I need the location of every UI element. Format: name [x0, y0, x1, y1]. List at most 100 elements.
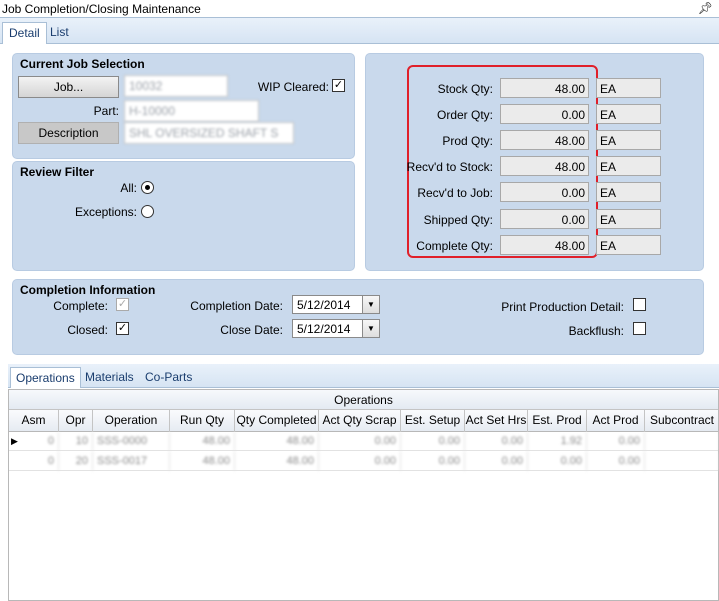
column-header-act-prod[interactable]: Act Prod	[587, 410, 645, 432]
table-cell: 0.00	[587, 432, 645, 451]
table-cell: 48.00	[170, 452, 235, 471]
tab-materials[interactable]: Materials	[80, 367, 139, 388]
column-header-qty-completed[interactable]: Qty Completed	[235, 410, 319, 432]
complete-qty-uom: EA	[596, 235, 661, 255]
stock-qty-uom: EA	[596, 78, 661, 98]
shipped-qty-field: 0.00	[500, 209, 589, 229]
shipped-qty-label: Shipped Qty:	[423, 213, 493, 227]
complete-qty-field: 48.00	[500, 235, 589, 255]
closed-label: Closed:	[67, 323, 108, 337]
close-date-label: Close Date:	[220, 323, 283, 337]
main-tabstrip: Detail List	[0, 18, 719, 44]
wip-cleared-checkbox[interactable]: ✓	[332, 79, 345, 92]
tab-operations[interactable]: Operations	[10, 367, 81, 388]
chevron-down-icon[interactable]: ▼	[362, 296, 379, 313]
recvd-to-job-label: Recv'd to Job:	[417, 186, 493, 200]
review-filter-title: Review Filter	[20, 165, 95, 179]
table-row[interactable]: ▶ 0 10 SSS-0000 48.00 48.00 0.00 0.00 0.…	[9, 432, 718, 451]
recvd-to-job-field: 0.00	[500, 182, 589, 202]
window-titlebar: Job Completion/Closing Maintenance 📌︎	[0, 0, 719, 18]
table-cell: SSS-0000	[93, 432, 170, 451]
print-production-detail-label: Print Production Detail:	[501, 300, 624, 314]
operations-grid[interactable]: Operations Asm Opr Operation Run Qty Qty…	[8, 389, 719, 601]
table-cell: 0.00	[465, 432, 528, 451]
completion-information-panel: Completion Information Complete: ✓ Close…	[12, 279, 704, 355]
wip-cleared-label: WIP Cleared:	[257, 80, 329, 94]
prod-qty-field: 48.00	[500, 130, 589, 150]
table-cell: 0.00	[401, 452, 465, 471]
stock-qty-field: 48.00	[500, 78, 589, 98]
table-cell: 1.92	[528, 432, 587, 451]
shipped-qty-uom: EA	[596, 209, 661, 229]
detail-panel: Current Job Selection Job... 10032 WIP C…	[0, 44, 719, 601]
order-qty-label: Order Qty:	[436, 108, 493, 122]
completion-date-label: Completion Date:	[190, 299, 283, 313]
table-cell: 48.00	[235, 452, 319, 471]
pin-icon[interactable]: 📌︎	[698, 1, 713, 15]
exceptions-radio[interactable]	[141, 205, 154, 218]
tab-co-parts[interactable]: Co-Parts	[140, 367, 197, 388]
complete-qty-label: Complete Qty:	[416, 239, 493, 253]
table-cell: 48.00	[235, 432, 319, 451]
table-cell: 0.00	[587, 452, 645, 471]
column-header-act-set-hrs[interactable]: Act Set Hrs	[465, 410, 528, 432]
description-field[interactable]: SHL OVERSIZED SHAFT S	[124, 122, 294, 144]
job-number-field[interactable]: 10032	[124, 75, 228, 97]
recvd-to-stock-label: Recv'd to Stock:	[406, 160, 493, 174]
all-radio[interactable]	[141, 181, 154, 194]
print-production-detail-checkbox[interactable]	[633, 298, 646, 311]
table-cell: 0.00	[465, 452, 528, 471]
part-label: Part:	[93, 104, 119, 118]
current-job-selection-title: Current Job Selection	[20, 57, 145, 71]
backflush-checkbox[interactable]	[633, 322, 646, 335]
column-header-est-prod[interactable]: Est. Prod	[528, 410, 587, 432]
operations-grid-caption: Operations	[9, 390, 718, 410]
table-cell: 0	[9, 432, 59, 451]
table-cell	[645, 452, 719, 471]
tab-list[interactable]: List	[44, 22, 75, 44]
review-filter-panel: Review Filter All: Exceptions:	[12, 161, 355, 271]
table-cell	[645, 432, 719, 451]
recvd-to-stock-uom: EA	[596, 156, 661, 176]
window-title: Job Completion/Closing Maintenance	[2, 2, 201, 16]
complete-checkbox: ✓	[116, 298, 129, 311]
all-label: All:	[120, 181, 137, 195]
column-header-asm[interactable]: Asm	[9, 410, 59, 432]
radio-selected-dot	[145, 185, 150, 190]
operations-grid-header: Asm Opr Operation Run Qty Qty Completed …	[9, 410, 718, 432]
column-header-act-qty-scrap[interactable]: Act Qty Scrap	[319, 410, 401, 432]
table-cell: 0.00	[319, 432, 401, 451]
prod-qty-uom: EA	[596, 130, 661, 150]
close-date-value: 5/12/2014	[297, 322, 351, 336]
table-cell: 10	[59, 432, 93, 451]
backflush-label: Backflush:	[568, 324, 624, 338]
table-cell: 0.00	[528, 452, 587, 471]
current-job-selection-panel: Current Job Selection Job... 10032 WIP C…	[12, 53, 355, 159]
detail-subtabstrip: Operations Materials Co-Parts	[8, 364, 719, 388]
order-qty-uom: EA	[596, 104, 661, 124]
completion-date-picker[interactable]: 5/12/2014 ▼	[292, 295, 380, 314]
table-cell: 48.00	[170, 432, 235, 451]
recvd-to-job-uom: EA	[596, 182, 661, 202]
part-number-field[interactable]: H-10000	[124, 100, 259, 122]
column-header-operation[interactable]: Operation	[93, 410, 170, 432]
table-cell: SSS-0017	[93, 452, 170, 471]
completion-date-value: 5/12/2014	[297, 298, 351, 312]
completion-information-title: Completion Information	[20, 283, 156, 297]
column-header-est-setup[interactable]: Est. Setup	[401, 410, 465, 432]
table-cell: 0.00	[401, 432, 465, 451]
closed-checkbox[interactable]: ✓	[116, 322, 129, 335]
table-row[interactable]: 0 20 SSS-0017 48.00 48.00 0.00 0.00 0.00…	[9, 452, 718, 471]
table-cell: 0.00	[319, 452, 401, 471]
column-header-subcontract[interactable]: Subcontract	[645, 410, 719, 432]
chevron-down-icon[interactable]: ▼	[362, 320, 379, 337]
recvd-to-stock-field: 48.00	[500, 156, 589, 176]
job-button[interactable]: Job...	[18, 76, 119, 98]
column-header-run-qty[interactable]: Run Qty	[170, 410, 235, 432]
column-header-opr[interactable]: Opr	[59, 410, 93, 432]
tab-detail[interactable]: Detail	[2, 22, 47, 44]
prod-qty-label: Prod Qty:	[442, 134, 493, 148]
close-date-picker[interactable]: 5/12/2014 ▼	[292, 319, 380, 338]
description-button[interactable]: Description	[18, 122, 119, 144]
complete-label: Complete:	[53, 299, 108, 313]
